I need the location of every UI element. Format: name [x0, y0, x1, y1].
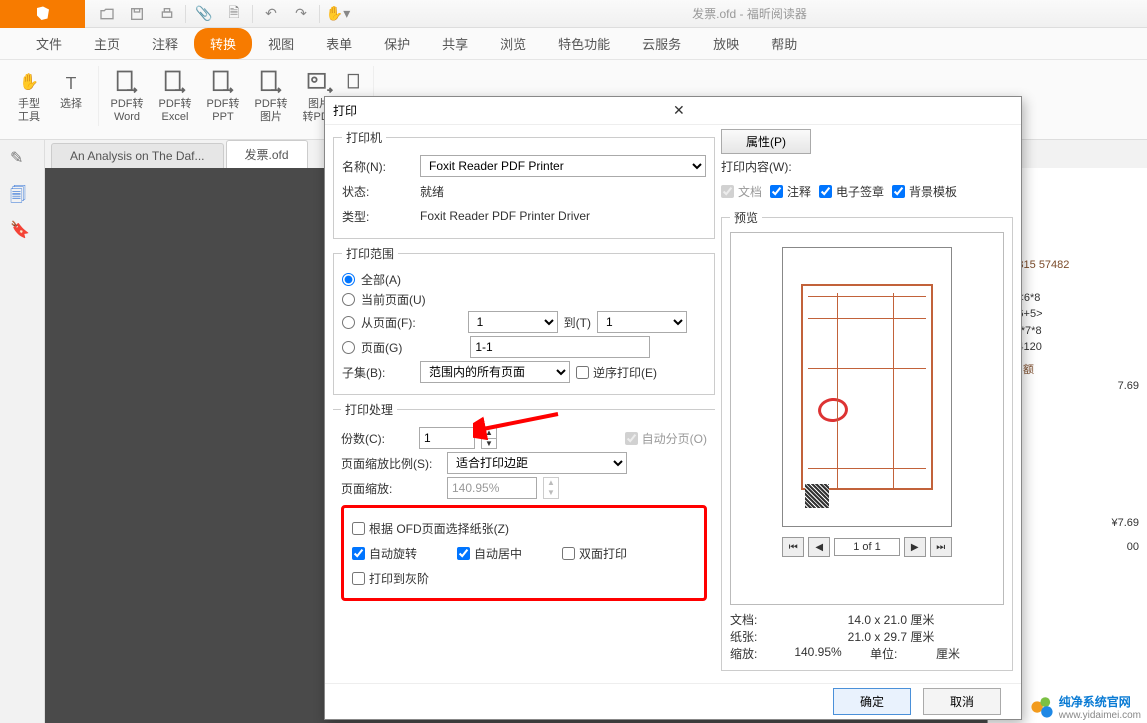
radio-pages[interactable]: [342, 341, 355, 354]
print-handling-section: 打印处理 份数(C): ▲ ▼ 自动分页(O) 页面缩放比例(S): 适合打印边…: [333, 401, 715, 601]
grayscale-checkbox[interactable]: [352, 572, 365, 585]
redo-icon[interactable]: ↷: [287, 0, 315, 28]
attach-icon[interactable]: 📎: [190, 0, 218, 28]
pdf-to-image-button[interactable]: PDF转 图片: [247, 66, 295, 126]
last-page-button[interactable]: ⏭: [930, 537, 952, 557]
select-tool-button[interactable]: Ｔ 选择: [50, 66, 92, 113]
printer-type: Foxit Reader PDF Printer Driver: [420, 209, 590, 223]
pdf-image-icon: [257, 68, 285, 96]
cancel-button[interactable]: 取消: [923, 688, 1001, 715]
copies-input[interactable]: [419, 427, 475, 449]
prev-page-button[interactable]: ◀: [808, 537, 830, 557]
menu-protect[interactable]: 保护: [368, 28, 426, 59]
new-doc-icon[interactable]: 🗎: [220, 0, 248, 28]
content-annot-checkbox[interactable]: [770, 185, 783, 198]
select-icon: Ｔ: [57, 68, 85, 96]
quick-access-bar: 📎 🗎 ↶ ↷ ✋▾ 发票.ofd - 福昕阅读器: [0, 0, 1147, 28]
from-page-select[interactable]: 1: [468, 311, 558, 333]
menu-file[interactable]: 文件: [20, 28, 78, 59]
print-range-section: 打印范围 全部(A) 当前页面(U) 从页面(F): 1 到(T) 1: [333, 245, 715, 395]
radio-current[interactable]: [342, 293, 355, 306]
collate-checkbox: [625, 432, 638, 445]
more-icon: [341, 68, 369, 96]
dialog-footer: 确定 取消: [325, 683, 1021, 719]
reverse-checkbox[interactable]: [576, 366, 589, 379]
subset-select[interactable]: 范围内的所有页面: [420, 361, 570, 383]
edit-tool-icon[interactable]: ✎: [10, 148, 34, 172]
menu-home[interactable]: 主页: [78, 28, 136, 59]
highlighted-options-box: 根据 OFD页面选择纸张(Z) 自动旋转 自动居中 双面打印 打印到灰阶: [341, 505, 707, 601]
duplex-checkbox[interactable]: [562, 547, 575, 560]
hand-tool-button[interactable]: ✋ 手型 工具: [8, 66, 50, 126]
to-page-select[interactable]: 1: [597, 311, 687, 333]
preview-nav: ⏮ ◀ 1 of 1 ▶ ⏭: [782, 537, 952, 557]
radio-from[interactable]: [342, 316, 355, 329]
image-pdf-icon: [305, 68, 333, 96]
save-icon[interactable]: [123, 0, 151, 28]
menu-view[interactable]: 视图: [252, 28, 310, 59]
menu-bar: 文件 主页 注释 转换 视图 表单 保护 共享 浏览 特色功能 云服务 放映 帮…: [0, 28, 1147, 60]
watermark-logo-icon: [1029, 694, 1055, 720]
autocenter-checkbox[interactable]: [457, 547, 470, 560]
menu-browse[interactable]: 浏览: [484, 28, 542, 59]
open-icon[interactable]: [93, 0, 121, 28]
page-info: 1 of 1: [834, 538, 900, 556]
pdf-word-icon: [113, 68, 141, 96]
tab-doc-1[interactable]: An Analysis on The Daf...: [51, 143, 224, 168]
printer-status: 就绪: [420, 183, 444, 200]
zoom-up-button: ▲: [544, 478, 558, 488]
menu-annotate[interactable]: 注释: [136, 28, 194, 59]
pdf-ppt-icon: [209, 68, 237, 96]
hand-icon: ✋: [15, 68, 43, 96]
app-logo: [0, 0, 85, 28]
window-title: 发票.ofd - 福昕阅读器: [352, 5, 1147, 22]
undo-icon[interactable]: ↶: [257, 0, 285, 28]
qr-code-icon: [805, 484, 829, 508]
first-page-button[interactable]: ⏮: [782, 537, 804, 557]
preview-page: [782, 247, 952, 527]
pdf-excel-icon: [161, 68, 189, 96]
pdf-to-word-button[interactable]: PDF转 Word: [103, 66, 151, 126]
close-button[interactable]: ✕: [673, 102, 1013, 119]
menu-help[interactable]: 帮助: [755, 28, 813, 59]
autorotate-checkbox[interactable]: [352, 547, 365, 560]
menu-share[interactable]: 共享: [426, 28, 484, 59]
print-icon[interactable]: [153, 0, 181, 28]
content-sig-checkbox[interactable]: [819, 185, 832, 198]
zoom-input: [447, 477, 537, 499]
preview-section: 预览 ⏮: [721, 209, 1013, 671]
copies-up-button[interactable]: ▲: [482, 428, 496, 439]
pages-input[interactable]: [470, 336, 650, 358]
more-convert-button[interactable]: [343, 66, 367, 98]
menu-feature[interactable]: 特色功能: [542, 28, 626, 59]
menu-form[interactable]: 表单: [310, 28, 368, 59]
copies-down-button[interactable]: ▼: [482, 439, 496, 449]
pdf-to-excel-button[interactable]: PDF转 Excel: [151, 66, 199, 126]
dialog-title: 打印: [333, 102, 673, 119]
foxit-logo-icon: [34, 5, 52, 23]
bookmark-icon[interactable]: 🔖: [10, 220, 34, 244]
content-doc-checkbox: [721, 185, 734, 198]
printer-section: 打印机 名称(N): Foxit Reader PDF Printer 状态: …: [333, 129, 715, 239]
radio-all[interactable]: [342, 273, 355, 286]
ofd-paper-checkbox[interactable]: [352, 522, 365, 535]
tab-doc-2[interactable]: 发票.ofd: [226, 140, 308, 168]
scale-select[interactable]: 适合打印边距: [447, 452, 627, 474]
ok-button[interactable]: 确定: [833, 688, 911, 715]
pdf-to-ppt-button[interactable]: PDF转 PPT: [199, 66, 247, 126]
left-rail: ✎ 🗐 🔖: [0, 140, 45, 723]
content-bg-checkbox[interactable]: [892, 185, 905, 198]
menu-show[interactable]: 放映: [697, 28, 755, 59]
printer-name-select[interactable]: Foxit Reader PDF Printer: [420, 155, 706, 177]
watermark: 纯净系统官网 www.yidaimei.com: [1029, 693, 1141, 721]
zoom-down-button: ▼: [544, 488, 558, 498]
menu-cloud[interactable]: 云服务: [626, 28, 697, 59]
hand-dropdown-icon[interactable]: ✋▾: [324, 0, 352, 28]
properties-button[interactable]: 属性(P): [721, 129, 811, 154]
print-dialog: 打印 ✕ 打印机 名称(N): Foxit Reader PDF Printer…: [324, 96, 1022, 720]
next-page-button[interactable]: ▶: [904, 537, 926, 557]
menu-convert[interactable]: 转换: [194, 28, 252, 59]
copy-icon[interactable]: 🗐: [10, 184, 34, 208]
